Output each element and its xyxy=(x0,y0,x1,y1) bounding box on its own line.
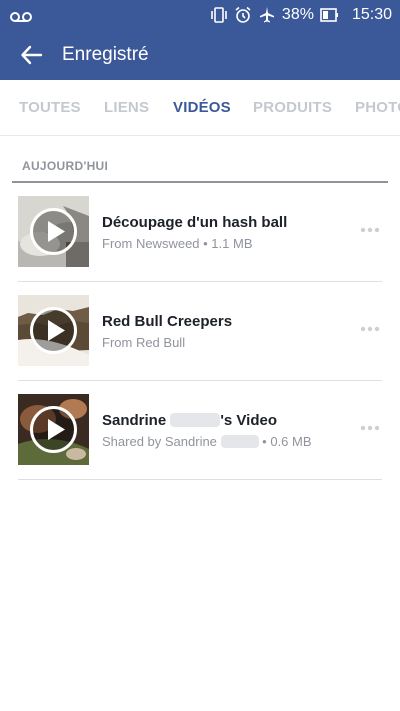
airplane-icon xyxy=(259,7,274,23)
item-subtitle: From Red Bull xyxy=(102,335,186,350)
list-item[interactable]: Découpage d'un hash ball From Newsweed •… xyxy=(18,183,382,282)
tab-links[interactable]: LIENS xyxy=(104,80,149,135)
item-subtitle: From Newsweed • 1.1 MB xyxy=(102,236,253,251)
item-subtitle: Shared by Sandrine • 0.6 MB xyxy=(102,434,312,449)
item-subtitle-suffix: • 0.6 MB xyxy=(262,434,312,449)
item-title: Red Bull Creepers xyxy=(102,313,233,330)
video-thumbnail[interactable] xyxy=(18,394,89,465)
more-options-icon[interactable] xyxy=(360,423,380,433)
status-bar: 38% 15:30 xyxy=(0,0,400,30)
tab-products[interactable]: PRODUITS xyxy=(253,80,332,135)
clock: 15:30 xyxy=(351,6,392,23)
redacted-name xyxy=(170,413,221,428)
list-item[interactable]: Sandrine 's Video Shared by Sandrine • 0… xyxy=(18,381,382,480)
tab-videos[interactable]: VIDÉOS xyxy=(173,80,231,135)
redacted-name xyxy=(220,435,259,449)
section-header: AUJOURD'HUI xyxy=(12,152,388,183)
video-thumbnail[interactable] xyxy=(18,196,89,267)
alarm-icon xyxy=(235,6,251,23)
battery-percent: 38% xyxy=(281,6,314,23)
item-subtitle-prefix: Shared by Sandrine xyxy=(102,434,217,449)
app-bar: Enregistré xyxy=(0,30,400,80)
tab-all[interactable]: TOUTES xyxy=(19,80,81,135)
battery-icon xyxy=(320,8,338,22)
more-options-icon[interactable] xyxy=(360,225,380,235)
arrow-left-icon[interactable] xyxy=(18,41,46,69)
item-title-suffix: 's Video xyxy=(220,412,278,429)
page-title: Enregistré xyxy=(62,44,149,65)
video-thumbnail[interactable] xyxy=(18,295,89,366)
vibrate-icon xyxy=(211,7,227,23)
item-title: Sandrine 's Video xyxy=(102,412,277,429)
more-options-icon[interactable] xyxy=(360,324,380,334)
list-item[interactable]: Red Bull Creepers From Red Bull xyxy=(18,282,382,381)
voicemail-icon xyxy=(10,12,32,22)
section-label: AUJOURD'HUI xyxy=(22,159,109,173)
item-title-prefix: Sandrine xyxy=(102,412,167,429)
item-title: Découpage d'un hash ball xyxy=(102,214,288,231)
saved-videos-list: Découpage d'un hash ball From Newsweed •… xyxy=(18,183,382,480)
tab-photos[interactable]: PHOTOS xyxy=(355,80,400,135)
tab-bar: TOUTES LIENS VIDÉOS PRODUITS PHOTOS xyxy=(0,80,400,136)
